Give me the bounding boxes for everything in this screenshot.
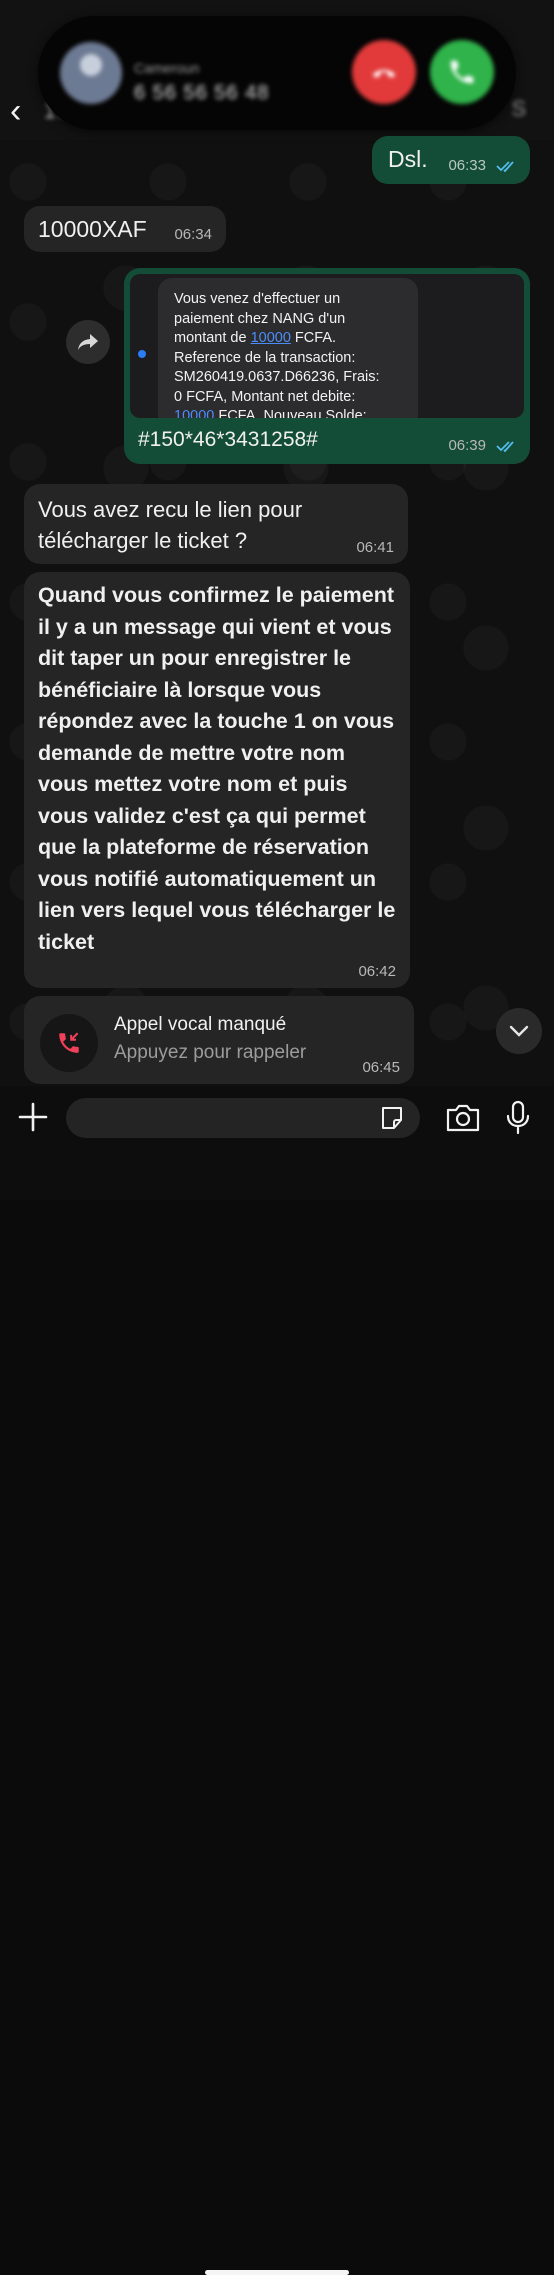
back-chevron-icon[interactable]: ‹ — [10, 92, 21, 131]
sms-preview: Vous venez d'effectuer un paiement chez … — [158, 278, 418, 418]
message-text: Quand vous confirmez le paiement il y a … — [38, 583, 396, 954]
message-time: 06:39 — [448, 437, 486, 454]
message-bubble-incoming[interactable]: 10000XAF 06:34 — [24, 206, 226, 252]
caller-avatar — [60, 42, 122, 104]
message-bubble-outgoing[interactable]: Dsl. 06:33 — [372, 136, 530, 184]
message-bubble-incoming[interactable]: Quand vous confirmez le paiement il y a … — [24, 572, 410, 988]
decline-call-button[interactable] — [352, 40, 416, 104]
message-text: 10000XAF — [38, 216, 147, 242]
read-ticks-icon — [496, 161, 514, 172]
message-time: 06:42 — [358, 963, 396, 980]
sms-line: Reference de la transaction: — [174, 349, 356, 366]
scroll-to-bottom-button[interactable] — [496, 1008, 542, 1054]
missed-call-subtitle: Appuyez pour rappeler — [114, 1042, 307, 1063]
unread-dot — [138, 350, 146, 358]
caller-carrier-tag: Cameroun — [134, 60, 200, 76]
camera-icon[interactable] — [444, 1102, 482, 1134]
message-text: Dsl. — [388, 146, 428, 172]
screenshot-image[interactable]: Vous venez d'effectuer un paiement chez … — [130, 274, 524, 418]
read-ticks-icon — [496, 441, 514, 452]
sms-line: FCFA. — [290, 330, 337, 346]
header-icons[interactable]: S — [511, 96, 526, 122]
chevron-down-icon — [509, 1025, 529, 1037]
sms-line: Vous venez d'effectuer un — [174, 291, 341, 307]
sms-line: paiement chez NANG d'un — [174, 310, 346, 327]
message-bubble-incoming[interactable]: Vous avez recu le lien pour télécharger … — [24, 484, 408, 564]
sms-line: 0 FCFA, Montant net debite: — [174, 388, 356, 405]
message-time: 06:34 — [174, 226, 212, 243]
message-time: 06:33 — [448, 157, 486, 174]
message-input[interactable] — [66, 1098, 420, 1138]
phone-icon — [450, 60, 474, 84]
sms-line: montant de — [174, 330, 251, 346]
sms-line: FCFA. Nouveau Solde: — [214, 408, 367, 418]
sms-line: SM260419.0637.D66236, Frais: — [174, 369, 380, 385]
message-text: Vous avez recu le lien pour télécharger … — [38, 497, 303, 553]
missed-call-bubble[interactable]: Appel vocal manqué Appuyez pour rappeler… — [24, 996, 414, 1084]
message-time: 06:45 — [362, 1059, 400, 1076]
message-composer — [0, 1086, 554, 2275]
missed-call-icon — [40, 1014, 98, 1072]
plus-icon[interactable] — [14, 1098, 52, 1136]
hang-up-icon — [372, 69, 396, 78]
incoming-call-banner[interactable]: Cameroun 6 56 56 56 48 — [38, 16, 516, 130]
forward-button[interactable] — [66, 320, 110, 364]
message-time: 06:41 — [356, 539, 394, 556]
microphone-icon[interactable] — [504, 1100, 532, 1136]
image-caption: #150*46*3431258# — [138, 428, 318, 451]
sms-amount-link: 10000 — [250, 330, 291, 346]
sms-amount-link: 10000 — [174, 408, 215, 418]
accept-call-button[interactable] — [430, 40, 494, 104]
missed-call-title: Appel vocal manqué — [114, 1014, 287, 1035]
forward-arrow-icon — [78, 334, 98, 350]
sticker-icon[interactable] — [378, 1104, 406, 1132]
message-bubble-outgoing-image[interactable]: Vous venez d'effectuer un paiement chez … — [124, 268, 530, 464]
caller-phone-number: 6 56 56 56 48 — [134, 82, 270, 104]
home-indicator[interactable] — [205, 2270, 349, 2275]
